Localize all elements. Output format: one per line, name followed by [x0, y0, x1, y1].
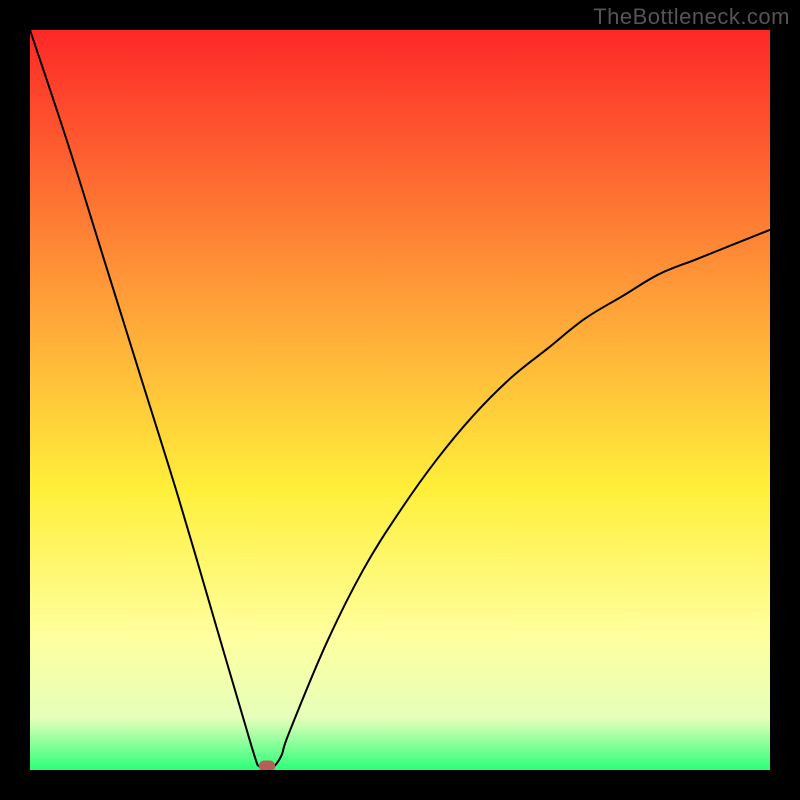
curve-svg	[30, 30, 770, 770]
watermark-text: TheBottleneck.com	[593, 4, 790, 30]
chart-frame: TheBottleneck.com	[0, 0, 800, 800]
minimum-marker	[259, 761, 275, 771]
bottleneck-curve	[30, 30, 770, 770]
plot-area	[30, 30, 770, 770]
